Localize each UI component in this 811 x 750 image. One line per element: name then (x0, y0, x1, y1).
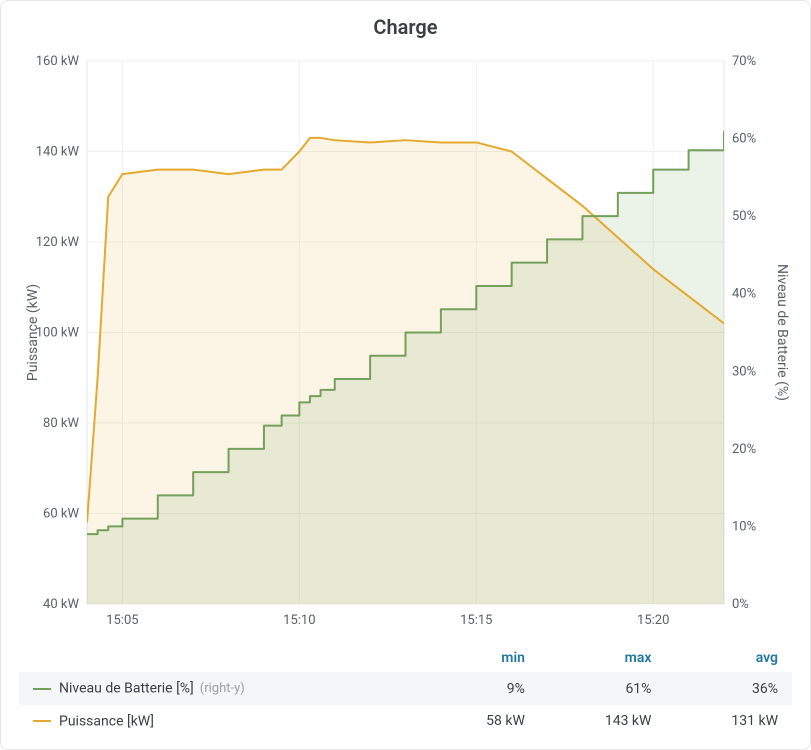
legend-color-swatch (33, 720, 51, 722)
svg-text:140 kW: 140 kW (36, 145, 80, 160)
legend-name-label: Niveau de Batterie [%] (59, 681, 194, 697)
svg-text:40 kW: 40 kW (43, 597, 79, 612)
legend-axis-side: (right-y) (200, 681, 245, 696)
svg-text:50%: 50% (732, 209, 756, 224)
legend-avg-value: 131 kW (665, 705, 792, 737)
svg-text:30%: 30% (732, 364, 756, 379)
svg-text:60%: 60% (732, 132, 756, 147)
legend-row[interactable]: Niveau de Batterie [%] (right-y) 9%61%36% (19, 672, 792, 704)
legend-name-label: Puissance [kW] (59, 713, 154, 729)
legend-min-value: 58 kW (426, 705, 539, 737)
svg-text:80 kW: 80 kW (43, 416, 79, 431)
svg-text:15:05: 15:05 (106, 613, 138, 628)
svg-text:20%: 20% (732, 442, 756, 457)
svg-text:15:10: 15:10 (283, 613, 315, 628)
legend-header-blank (19, 644, 426, 672)
svg-text:60 kW: 60 kW (43, 507, 79, 522)
legend-row[interactable]: Puissance [kW] 58 kW143 kW131 kW (19, 705, 792, 737)
legend-series-name[interactable]: Niveau de Batterie [%] (right-y) (19, 672, 426, 704)
legend-header-row: min max avg (19, 644, 792, 672)
chart-panel: Charge 40 kW 60 kW 80 kW 100 kW 120 kW 140 kW… (0, 0, 811, 750)
chart-canvas[interactable]: 40 kW 60 kW 80 kW 100 kW 120 kW 140 kW 160 kW 0… (19, 49, 792, 638)
svg-text:120 kW: 120 kW (36, 235, 80, 250)
svg-text:10%: 10% (732, 519, 756, 534)
svg-text:100 kW: 100 kW (36, 326, 80, 341)
svg-text:Niveau de Batterie (%): Niveau de Batterie (%) (774, 264, 790, 401)
chart-svg[interactable]: 40 kW 60 kW 80 kW 100 kW 120 kW 140 kW 160 kW 0… (19, 49, 792, 638)
svg-text:Puissance (kW): Puissance (kW) (25, 284, 41, 381)
legend-max-value: 143 kW (539, 705, 666, 737)
legend-avg-value: 36% (665, 672, 792, 704)
legend-header-min: min (426, 644, 539, 672)
legend-header-avg: avg (665, 644, 792, 672)
legend-min-value: 9% (426, 672, 539, 704)
legend-color-swatch (33, 688, 51, 690)
svg-text:40%: 40% (732, 287, 756, 302)
svg-text:0%: 0% (732, 597, 749, 612)
legend-max-value: 61% (539, 672, 666, 704)
svg-text:15:15: 15:15 (460, 613, 492, 628)
legend-header-max: max (539, 644, 666, 672)
legend-table: min max avg Niveau de Batterie [%] (right… (19, 644, 792, 737)
svg-text:15:20: 15:20 (637, 613, 669, 628)
chart-title: Charge (19, 15, 792, 39)
legend-series-name[interactable]: Puissance [kW] (19, 705, 426, 737)
svg-text:160 kW: 160 kW (36, 54, 80, 69)
svg-text:70%: 70% (732, 54, 756, 69)
